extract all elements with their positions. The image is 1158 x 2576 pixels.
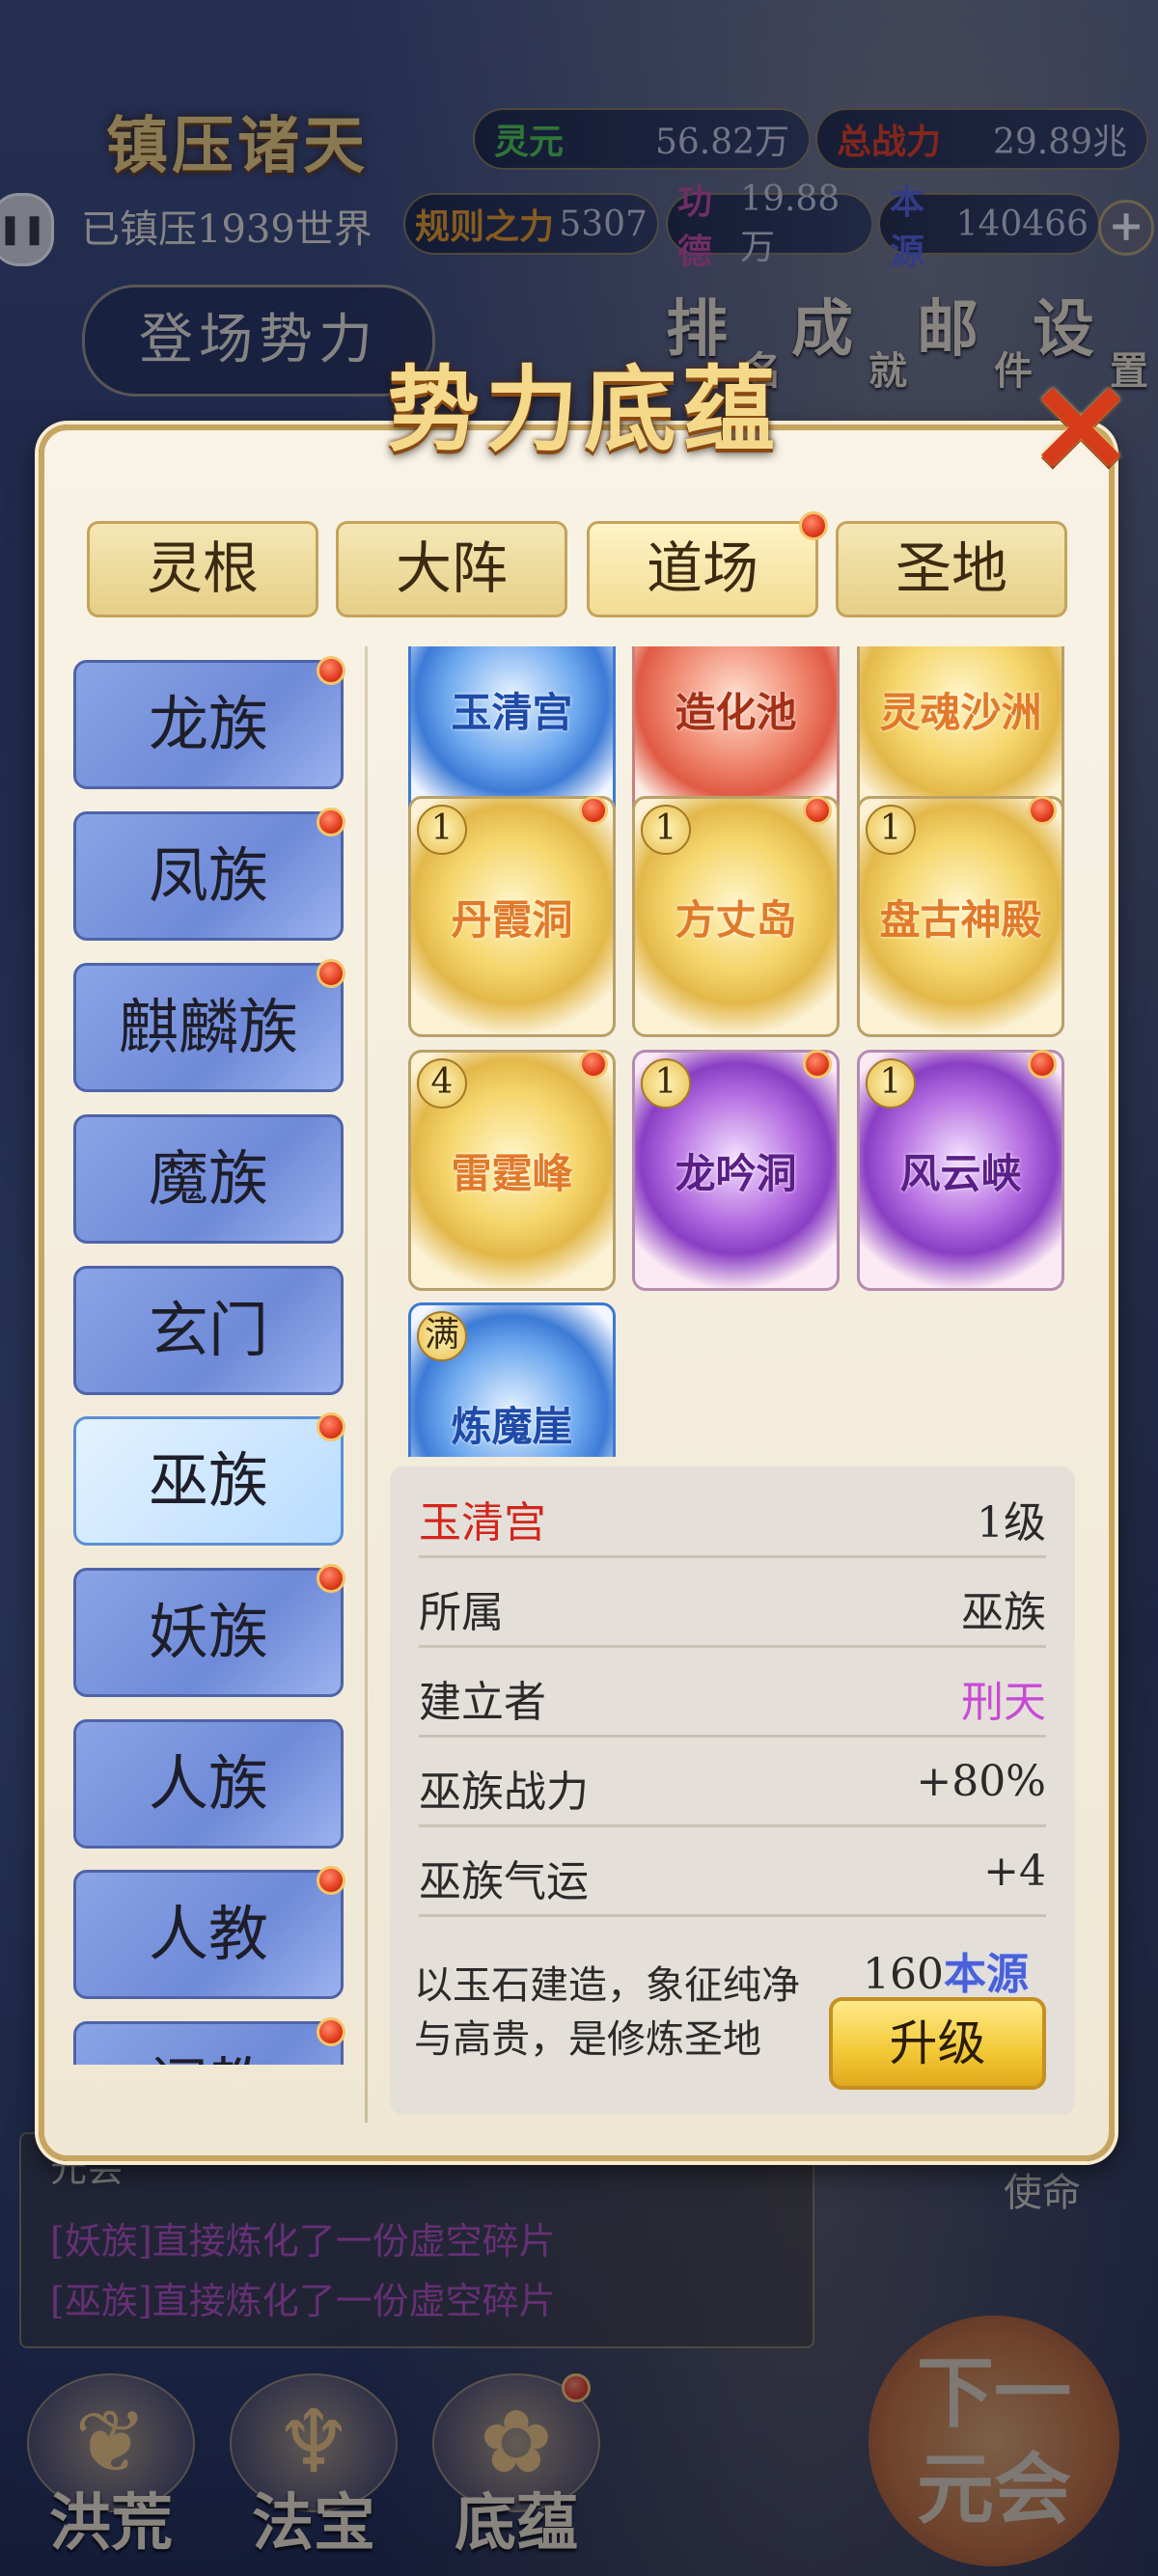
notification-dot xyxy=(317,2017,345,2046)
level-badge: 1 xyxy=(866,805,916,855)
detail-description: 以玉石建造，象征纯净与高贵，是修炼圣地 xyxy=(414,1963,800,2062)
daochang-card[interactable]: 4 雷霆峰 xyxy=(408,1050,616,1291)
tab-daochang[interactable]: 道场 xyxy=(587,521,818,617)
level-badge: 1 xyxy=(641,805,691,855)
race-item[interactable]: 妖族 xyxy=(73,1568,344,1697)
level-badge: 1 xyxy=(417,805,467,855)
notification-dot xyxy=(317,1866,345,1895)
notification-dot xyxy=(317,959,345,988)
notification-dot xyxy=(579,796,608,825)
race-item[interactable]: 凤族 xyxy=(73,811,344,941)
notification-dot xyxy=(799,511,828,540)
tab-linggen[interactable]: 灵根 xyxy=(87,521,318,617)
panel-divider xyxy=(365,646,368,2123)
notification-dot xyxy=(803,1050,832,1079)
notification-dot xyxy=(317,656,345,685)
level-badge: 4 xyxy=(417,1058,467,1109)
notification-dot xyxy=(317,1564,345,1593)
detail-level: 1级 xyxy=(977,1498,1046,1548)
race-item-active[interactable]: 巫族 xyxy=(73,1416,344,1546)
race-item[interactable]: 人教 xyxy=(73,1870,344,1999)
race-item[interactable]: 麒麟族 xyxy=(73,963,344,1092)
daochang-card[interactable]: 1 方丈岛 xyxy=(632,796,840,1037)
modal-title: 势力底蕴 xyxy=(387,355,781,464)
tab-shengdi[interactable]: 圣地 xyxy=(836,521,1067,617)
level-badge: 1 xyxy=(641,1058,691,1109)
upgrade-cost: 160本源 xyxy=(863,1950,1029,1999)
upgrade-button[interactable]: 升级 xyxy=(829,1997,1046,2090)
detail-row: 巫族战力 +80% xyxy=(419,1736,1046,1827)
tab-dazhen[interactable]: 大阵 xyxy=(336,521,567,617)
daochang-card[interactable]: 满 炼魔崖 xyxy=(408,1302,616,1457)
close-icon[interactable]: ✕ xyxy=(1028,367,1134,492)
daochang-grid[interactable]: 玉清宫 造化池 灵魂沙洲 1 丹霞洞 1 方丈岛 1 盘古神殿 4 雷霆峰 1 … xyxy=(400,646,1076,1457)
detail-row: 所属 巫族 xyxy=(419,1556,1046,1648)
notification-dot xyxy=(317,1412,345,1441)
detail-name: 玉清宫 xyxy=(419,1498,546,1548)
notification-dot xyxy=(803,796,832,825)
notification-dot xyxy=(317,808,345,836)
notification-dot xyxy=(579,1050,608,1079)
daochang-card[interactable]: 1 龙吟洞 xyxy=(632,1050,840,1291)
detail-row: 建立者 刑天 xyxy=(419,1646,1046,1738)
race-item[interactable]: 玄门 xyxy=(73,1266,344,1395)
race-item[interactable]: 龙族 xyxy=(73,660,344,789)
race-item[interactable]: 魔族 xyxy=(73,1114,344,1244)
notification-dot xyxy=(1028,796,1057,825)
level-badge: 满 xyxy=(417,1311,467,1361)
daochang-card[interactable]: 1 风云峡 xyxy=(857,1050,1064,1291)
race-item[interactable]: 人族 xyxy=(73,1719,344,1849)
level-badge: 1 xyxy=(866,1058,916,1109)
race-list[interactable]: 龙族 凤族 麒麟族 魔族 玄门 巫族 妖族 人族 人教 阐教 xyxy=(68,646,357,2065)
daochang-card[interactable]: 1 盘古神殿 xyxy=(857,796,1064,1037)
race-item[interactable]: 阐教 xyxy=(73,2021,344,2065)
detail-header: 玉清宫 1级 xyxy=(419,1466,1046,1558)
daochang-card[interactable]: 1 丹霞洞 xyxy=(408,796,616,1037)
detail-row: 巫族气运 +4 xyxy=(419,1825,1046,1917)
daochang-detail: 玉清宫 1级 所属 巫族 建立者 刑天 巫族战力 +80% 巫族气运 +4 以玉… xyxy=(390,1466,1075,2115)
notification-dot xyxy=(1028,1050,1057,1079)
